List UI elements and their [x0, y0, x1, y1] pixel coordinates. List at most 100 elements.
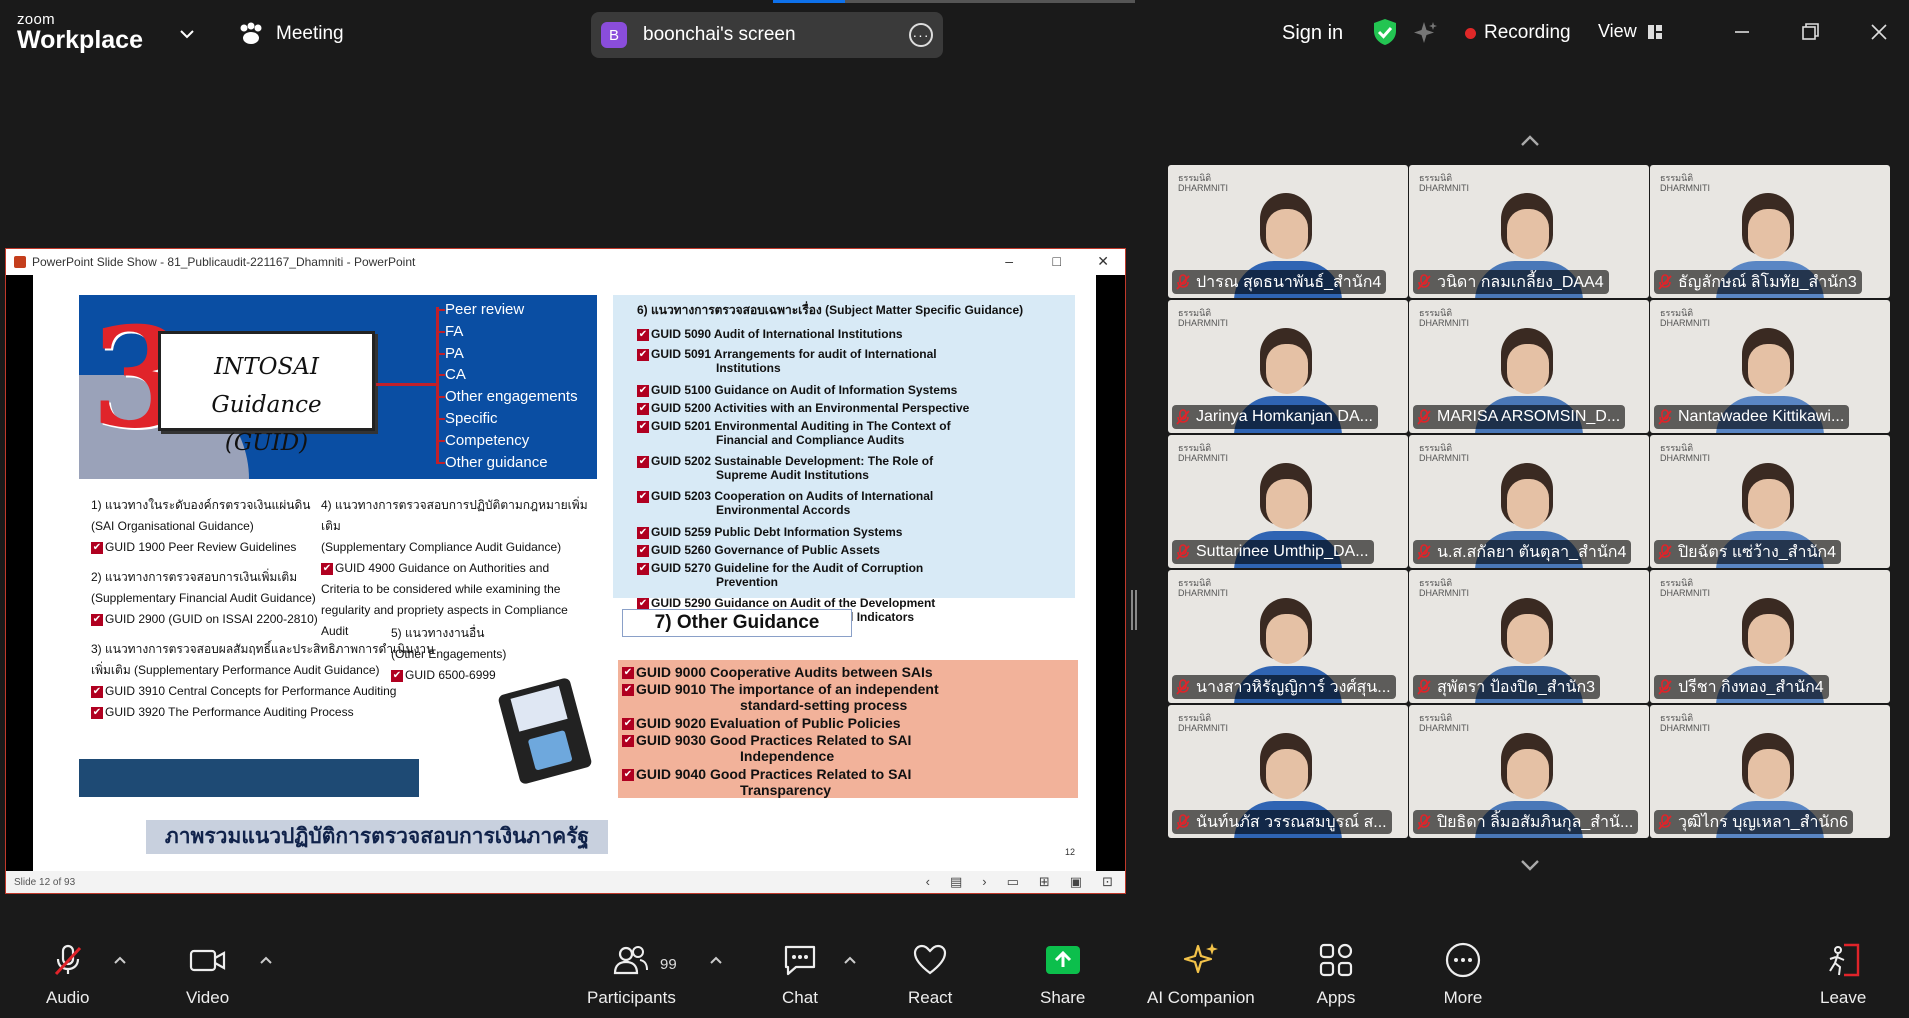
slideshow-icon[interactable]: ⊡	[1102, 874, 1113, 890]
leave-button[interactable]: Leave	[1820, 940, 1866, 1014]
subject-text: Guidance on Audit of Information Systems	[714, 383, 958, 397]
close-icon[interactable]	[1865, 18, 1893, 46]
resize-handle[interactable]	[1131, 590, 1137, 630]
ppt-maximize-icon[interactable]: □	[1053, 253, 1061, 269]
participant-name: นันท์นภัส วรรณสมบูรณ์ ส...	[1196, 813, 1387, 831]
participant-tile[interactable]: ธรรมนิติ DHARMNITI ธัญลักษณ์ ลิโมทัย_สำนัก…	[1650, 165, 1890, 298]
subject-text-continued: Financial and Compliance Audits	[716, 433, 905, 447]
participant-nameplate: ปิยฉัตร แซ่ว้าง_สำนัก4	[1654, 540, 1841, 564]
participant-tile[interactable]: ธรรมนิติ DHARMNITI ปิยธิดา ลิ้มอสัมภินกุล_…	[1409, 705, 1649, 838]
meeting-label: Meeting	[276, 23, 344, 44]
subject-item: ✔ GUID 5270 Guideline for the Audit of Co…	[637, 561, 1067, 589]
participant-tile[interactable]: ธรรมนิติ DHARMNITI นางสาวหิรัญญิการ์ วงศ์ส…	[1168, 570, 1408, 703]
subject-matter-box: 6) แนวทางการตรวจสอบเฉพาะเรื่อง (Subject …	[613, 295, 1075, 624]
video-button[interactable]: Video	[186, 940, 229, 1014]
participant-tile[interactable]: ธรรมนิติ DHARMNITI สุพัตรา ป้องปิด_สำนัก3	[1409, 570, 1649, 703]
restore-icon[interactable]	[1796, 18, 1824, 46]
subject-item: ✔ GUID 5201 Environmental Auditing in The…	[637, 419, 1067, 447]
participant-tile[interactable]: ธรรมนิติ DHARMNITI ปารณ สุดธนาพันธ์_สำนัก4	[1168, 165, 1408, 298]
other-code: GUID 9020	[636, 715, 707, 731]
leave-label: Leave	[1820, 988, 1867, 1007]
logo-top-text: zoom	[17, 11, 55, 28]
apps-button[interactable]: Apps	[1316, 940, 1356, 1014]
chat-options-caret-icon[interactable]	[842, 954, 858, 966]
more-button[interactable]: More	[1443, 940, 1483, 1014]
participant-name: ปิยธิดา ลิ้มอสัมภินกุล_สำนั...	[1437, 813, 1634, 831]
share-button[interactable]: Share	[1040, 940, 1085, 1014]
chat-button[interactable]: Chat	[780, 940, 820, 1014]
participants-icon	[614, 946, 649, 975]
ppt-close-icon[interactable]: ✕	[1097, 253, 1109, 270]
chevron-down-icon[interactable]	[1518, 857, 1542, 873]
section-4: 4) แนวทางการตรวจสอบการปฏิบัติตามกฎหมายเพ…	[321, 498, 588, 638]
audio-options-caret-icon[interactable]	[112, 954, 128, 966]
checkbox-icon: ✔	[637, 490, 649, 503]
more-dots-icon	[1445, 942, 1481, 978]
reading-view-icon[interactable]: ▣	[1070, 874, 1082, 890]
chevron-up-icon[interactable]	[1518, 133, 1542, 149]
subject-text: Arrangements for audit of International	[713, 347, 937, 361]
subject-text: Activities with an Environmental Perspec…	[713, 401, 970, 415]
sign-in-button[interactable]: Sign in	[1282, 22, 1343, 45]
participant-gallery: ธรรมนิติ DHARMNITI ปารณ สุดธนาพันธ์_สำนัก4…	[1168, 165, 1891, 841]
minimize-icon[interactable]	[1728, 18, 1756, 46]
participant-tile[interactable]: ธรรมนิติ DHARMNITI นันท์นภัส วรรณสมบูรณ์ ส…	[1168, 705, 1408, 838]
view-button[interactable]: View	[1598, 21, 1663, 42]
slide-page-number: 12	[1065, 847, 1076, 857]
participants-label: Participants	[587, 988, 676, 1007]
powerpoint-icon	[14, 256, 26, 268]
participant-tile[interactable]: ธรรมนิติ DHARMNITI Jarinya Homkanjan DA...	[1168, 300, 1408, 433]
react-button[interactable]: React	[908, 940, 952, 1014]
normal-view-icon[interactable]: ▭	[1007, 874, 1019, 890]
other-text: Cooperative Audits between SAIs	[709, 664, 933, 680]
participant-tile[interactable]: ธรรมนิติ DHARMNITI Nantawadee Kittikawi...	[1650, 300, 1890, 433]
sparkle-icon[interactable]	[1412, 20, 1438, 46]
view-label: View	[1598, 21, 1637, 41]
chat-label: Chat	[782, 988, 818, 1007]
sorter-view-icon[interactable]: ⊞	[1039, 874, 1050, 890]
participant-tile[interactable]: ธรรมนิติ DHARMNITI วุฒิไกร บุญเหลา_สำนัก6	[1650, 705, 1890, 838]
meeting-button[interactable]: Meeting	[238, 18, 344, 50]
ai-sparkle-icon	[1183, 943, 1218, 974]
background-logo: ธรรมนิติ DHARMNITI	[1178, 578, 1228, 598]
audio-button[interactable]: Audio	[46, 940, 89, 1014]
recording-label: Recording	[1484, 22, 1571, 43]
participant-tile[interactable]: ธรรมนิติ DHARMNITI วนิดา กลมเกลี้ยง_DAA4	[1409, 165, 1649, 298]
powerpoint-title: PowerPoint Slide Show - 81_Publicaudit-2…	[32, 255, 416, 269]
prev-slide-icon[interactable]: ‹	[926, 874, 930, 890]
checkbox-icon: ✔	[91, 541, 103, 554]
section-1: 1) แนวทางในระดับองค์กรตรวจเงินแผ่นดิน (S…	[91, 498, 311, 554]
participant-nameplate: Jarinya Homkanjan DA...	[1172, 405, 1378, 429]
checkbox-icon: ✔	[622, 684, 634, 697]
participant-nameplate: ปารณ สุดธนาพันธ์_สำนัก4	[1172, 270, 1387, 294]
other-guidance-item: ✔ GUID 9000 Cooperative Audits between SA…	[622, 664, 1077, 680]
screen-share-indicator[interactable]: B boonchai's screen ···	[591, 12, 943, 58]
checkbox-icon: ✔	[637, 420, 649, 433]
participants-button[interactable]: Participants	[587, 940, 676, 1014]
category-item: Competency	[445, 430, 578, 452]
checkbox-icon: ✔	[91, 613, 103, 626]
ppt-minimize-icon[interactable]: –	[1005, 253, 1013, 269]
next-slide-icon[interactable]: ›	[982, 874, 986, 890]
mic-muted-icon	[1176, 814, 1190, 830]
participant-tile[interactable]: ธรรมนิติ DHARMNITI MARISA ARSOMSIN_D...	[1409, 300, 1649, 433]
chevron-down-icon[interactable]	[177, 24, 197, 44]
background-logo: ธรรมนิติ DHARMNITI	[1660, 578, 1710, 598]
powerpoint-window[interactable]: PowerPoint Slide Show - 81_Publicaudit-2…	[5, 248, 1126, 894]
subject-text-continued: Prevention	[716, 575, 779, 589]
more-options-icon[interactable]: ···	[909, 23, 933, 47]
participant-tile[interactable]: ธรรมนิติ DHARMNITI ปรีชา กิงทอง_สำนัก4	[1650, 570, 1890, 703]
ai-companion-button[interactable]: AI Companion	[1147, 940, 1255, 1014]
video-options-caret-icon[interactable]	[258, 954, 274, 966]
leave-door-icon	[1829, 943, 1860, 977]
slide-list-icon[interactable]: ▤	[950, 874, 962, 890]
participants-options-caret-icon[interactable]	[708, 954, 724, 966]
participant-tile[interactable]: ธรรมนิติ DHARMNITI ปิยฉัตร แซ่ว้าง_สำนัก4	[1650, 435, 1890, 568]
sharer-avatar: B	[601, 22, 627, 48]
recording-indicator[interactable]: Recording	[1465, 22, 1571, 44]
participant-tile[interactable]: ธรรมนิติ DHARMNITI Suttarinee Umthip_DA...	[1168, 435, 1408, 568]
shield-check-icon[interactable]	[1372, 18, 1398, 46]
other-guidance-box: ✔ GUID 9000 Cooperative Audits between SA…	[618, 660, 1078, 798]
participant-tile[interactable]: ธรรมนิติ DHARMNITI น.ส.สกัลยา ตันตุลา_สำนั…	[1409, 435, 1649, 568]
subject-item: ✔ GUID 5100 Guidance on Audit of Informat…	[637, 383, 1067, 397]
